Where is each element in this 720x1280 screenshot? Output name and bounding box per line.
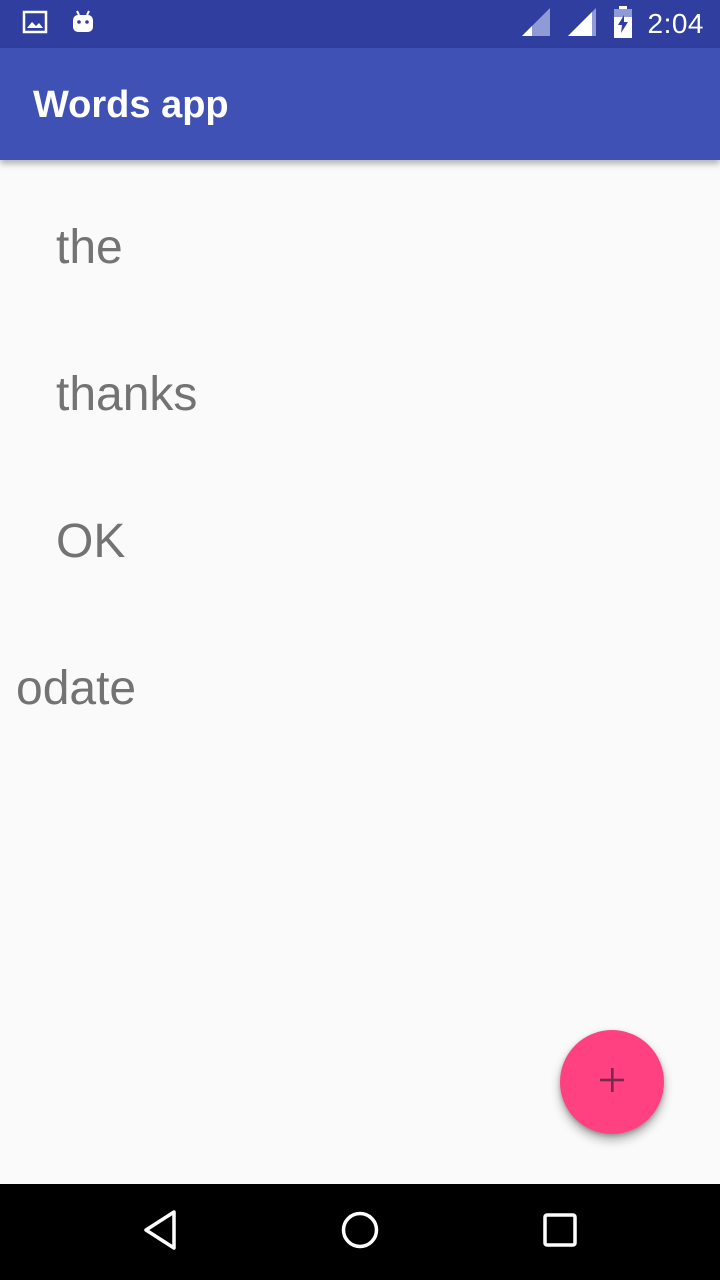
battery-charging-icon	[612, 5, 634, 44]
word-text: thanks	[56, 368, 198, 421]
app-bar: Words app	[0, 48, 720, 160]
home-icon	[339, 1209, 381, 1256]
status-system: 2:04	[520, 5, 705, 44]
status-time: 2:04	[647, 8, 704, 39]
recents-icon	[541, 1211, 579, 1254]
android-icon	[70, 9, 96, 40]
home-button[interactable]	[320, 1204, 400, 1260]
add-icon	[598, 1066, 626, 1099]
word-text: OK	[56, 515, 126, 568]
word-item[interactable]: thanks	[0, 321, 720, 468]
word-text: odate	[16, 662, 137, 715]
word-item[interactable]: odate	[0, 615, 720, 762]
navigation-bar	[0, 1184, 720, 1280]
status-bar: 2:04	[0, 0, 720, 48]
recents-button[interactable]	[520, 1204, 600, 1260]
word-item[interactable]: OK	[0, 468, 720, 615]
status-notifications	[22, 8, 96, 40]
back-icon	[140, 1208, 180, 1257]
signal-full-icon	[566, 6, 598, 43]
add-word-button[interactable]	[560, 1030, 664, 1134]
back-button[interactable]	[120, 1204, 200, 1260]
app-title: Words app	[33, 84, 229, 126]
word-text: the	[56, 221, 123, 274]
signal-icon	[520, 6, 552, 43]
screen: 2:04 Words app the thanks OK odate	[0, 0, 720, 1280]
word-item[interactable]: the	[0, 174, 720, 321]
image-icon	[22, 9, 48, 40]
